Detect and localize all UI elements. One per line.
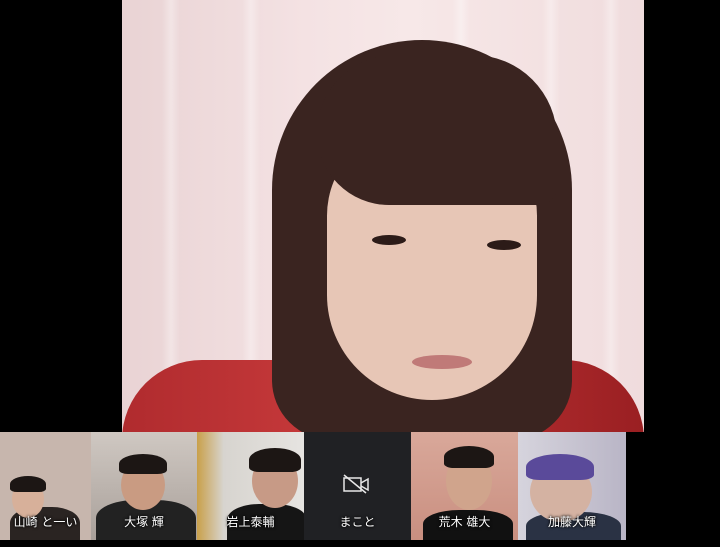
speaker-mouth	[412, 355, 472, 369]
participant-tile[interactable]: 荒木 雄大	[411, 432, 518, 540]
curtain-fold	[602, 0, 620, 432]
participant-tile[interactable]: 岩上泰輔	[197, 432, 304, 540]
video-off-icon	[343, 474, 369, 494]
speaker-eye	[487, 240, 521, 250]
participant-hair	[119, 454, 167, 474]
participant-tile[interactable]: まこと	[304, 432, 411, 540]
participant-tile[interactable]: 大塚 輝	[91, 432, 197, 540]
participant-hair	[526, 454, 594, 480]
speaker-eye	[372, 235, 406, 245]
participant-tile[interactable]: 加藤大輝	[518, 432, 626, 540]
speaker-fringe	[317, 55, 557, 205]
participant-strip: 山崎 と一い 大塚 輝 岩上泰輔 まこと 荒木 雄大 加藤大輝	[0, 432, 720, 547]
main-video[interactable]	[122, 0, 644, 432]
participant-hair	[249, 448, 301, 472]
participant-name: 大塚 輝	[124, 515, 164, 529]
participant-hair	[10, 476, 46, 492]
participant-name: まこと	[339, 515, 376, 529]
participant-name: 山崎 と一い	[13, 515, 78, 529]
participant-name: 荒木 雄大	[438, 515, 491, 529]
participant-tile[interactable]: 山崎 と一い	[0, 432, 91, 540]
participant-name: 岩上泰輔	[226, 515, 275, 529]
participant-hair	[444, 446, 494, 468]
participant-name: 加藤大輝	[547, 515, 596, 529]
